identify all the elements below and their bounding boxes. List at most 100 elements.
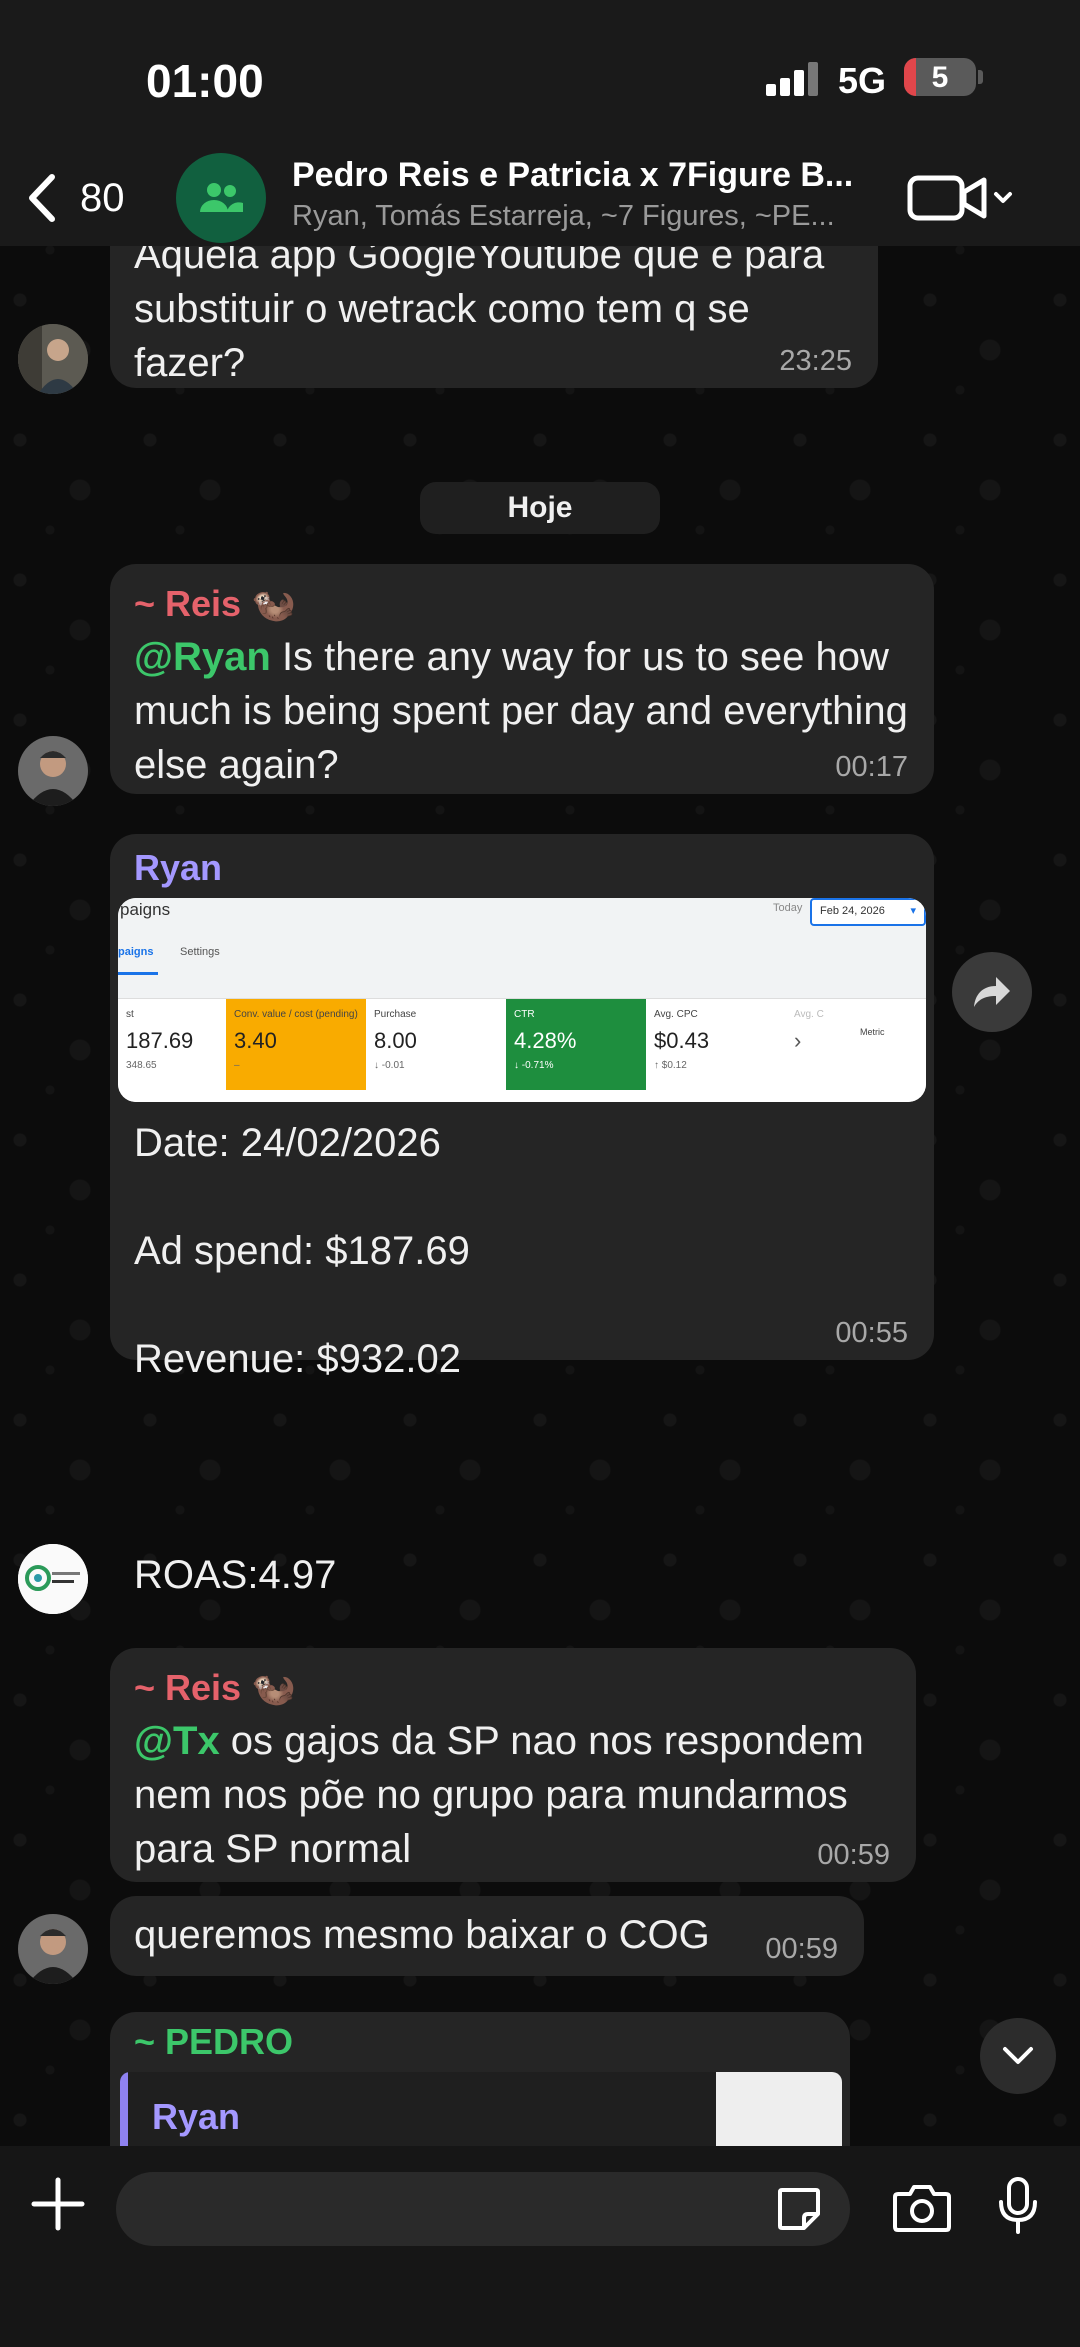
metric-label: Purchase: [374, 1009, 417, 1020]
status-time: 01:00: [146, 55, 264, 107]
metric-value: 4.28%: [514, 1028, 577, 1053]
signal-icon: [766, 62, 824, 96]
voice-message-button[interactable]: [996, 2176, 1040, 2236]
camera-button[interactable]: [892, 2182, 952, 2234]
attach-button[interactable]: [30, 2176, 86, 2232]
message-bubble[interactable]: ~ PEDRO Ryan: [110, 2012, 850, 2146]
metric-label: Conv. value / cost (pending): [234, 1009, 358, 1020]
metric-delta: ↑ $0.12: [654, 1060, 687, 1071]
metric-value: $0.43: [654, 1028, 710, 1053]
screenshot-today: Today: [773, 902, 803, 914]
forward-button[interactable]: [952, 952, 1032, 1032]
avatar[interactable]: [18, 1914, 88, 1984]
metric-label: Avg. C: [794, 1009, 824, 1020]
sender-name-label: ~ Reis: [134, 583, 242, 624]
metric-label: CTR: [514, 1009, 535, 1020]
attached-screenshot[interactable]: paigns Today Feb 24, 2026 ▾ paigns Setti…: [118, 898, 926, 1102]
battery-tip: [978, 70, 983, 84]
metric-cost: st 187.69 348.65: [118, 999, 226, 1091]
message-bubble[interactable]: Ryan paigns Today Feb 24, 2026 ▾ paigns …: [110, 834, 934, 1597]
group-avatar[interactable]: [176, 153, 266, 243]
camera-icon: [893, 2185, 951, 2232]
message-time: 00:59: [817, 1839, 890, 1871]
back-button[interactable]: 80: [26, 166, 125, 230]
metric-conv-value: Conv. value / cost (pending) 3.40 –: [226, 999, 366, 1091]
chevron-left-icon: [29, 174, 55, 222]
message-time: 00:55: [835, 1317, 908, 1349]
message-bubble[interactable]: ~ Reis 🦦 @Ryan Is there any way for us t…: [110, 564, 934, 794]
sticker-icon: [778, 2188, 820, 2230]
message-text: @Ryan Is there any way for us to see how…: [134, 630, 910, 792]
forward-icon: [974, 977, 1010, 1007]
back-count: 80: [80, 175, 125, 220]
mention-link[interactable]: @Ryan: [134, 635, 271, 679]
metric-value: 187.69: [126, 1028, 194, 1053]
metrics-row: st 187.69 348.65 Conv. value / cost (pen…: [118, 998, 926, 1091]
sender-emoji: 🦦: [251, 1667, 296, 1708]
microphone-icon: [999, 2177, 1037, 2234]
sender-name[interactable]: ~ Reis 🦦: [134, 1666, 892, 1710]
metric-avg-cpc: Avg. CPC $0.43 ↑ $0.12: [646, 999, 786, 1091]
message-bubble[interactable]: Aquela app GoogleYoutube que é para subs…: [110, 246, 878, 388]
status-bar: 01:00 5G 5: [0, 0, 1080, 150]
screenshot-date-text: Feb 24, 2026: [820, 905, 885, 917]
sender-name[interactable]: Ryan: [134, 846, 222, 890]
sticker-button[interactable]: [776, 2186, 822, 2232]
message-bubble[interactable]: queremos mesmo baixar o COG 00:59: [110, 1896, 864, 1976]
battery-level: 5: [931, 61, 949, 94]
metrics-button: Metric: [858, 999, 898, 1091]
metric-avg-cost: Avg. C ›: [786, 999, 858, 1091]
screenshot-tab-campaigns: paigns: [118, 946, 154, 958]
metric-purchase: Purchase 8.00 ↓ -0.01: [366, 999, 506, 1091]
metric-value: 3.40: [234, 1028, 277, 1053]
plus-icon: [31, 2177, 85, 2231]
message-list[interactable]: Aquela app GoogleYoutube que é para subs…: [0, 246, 1080, 2146]
avatar[interactable]: [18, 736, 88, 806]
screenshot-title: paigns: [120, 900, 171, 919]
message-text: queremos mesmo baixar o COG: [134, 1913, 710, 1957]
message-line-revenue: Revenue: $932.02: [134, 1337, 461, 1381]
scroll-to-bottom-button[interactable]: [980, 2018, 1056, 2094]
message-input[interactable]: [116, 2172, 850, 2246]
reply-quote[interactable]: Ryan: [120, 2072, 842, 2146]
metric-ctr: CTR 4.28% ↓ -0.71%: [506, 999, 646, 1091]
chevron-down-icon: [1003, 2047, 1033, 2064]
message-line-spend: Ad spend: $187.69: [134, 1229, 470, 1273]
metric-label: st: [126, 1009, 134, 1020]
screenshot-tab-settings: Settings: [180, 946, 220, 958]
date-divider: Hoje: [420, 482, 660, 534]
group-icon: [200, 183, 243, 212]
dropdown-icon: ▾: [910, 905, 916, 917]
metric-delta: ↓ -0.01: [374, 1060, 405, 1071]
network-label: 5G: [838, 60, 887, 101]
sender-name-label: ~ Reis: [134, 1667, 242, 1708]
message-time: 23:25: [779, 345, 852, 377]
tab-indicator: [118, 972, 158, 975]
message-time: 00:59: [765, 1933, 838, 1965]
group-members[interactable]: Ryan, Tomás Estarreja, ~7 Figures, ~PE..…: [292, 200, 862, 233]
metrics-button-label: Metric: [860, 1027, 885, 1037]
message-bubble[interactable]: ~ Reis 🦦 @Tx os gajos da SP nao nos resp…: [110, 1648, 916, 1882]
sender-emoji: 🦦: [251, 583, 296, 624]
group-title[interactable]: Pedro Reis e Patricia x 7Figure B...: [292, 156, 862, 195]
reply-thumbnail: [716, 2072, 842, 2146]
metric-delta: –: [234, 1060, 240, 1071]
sender-name[interactable]: ~ Reis 🦦: [134, 582, 910, 626]
mention-link[interactable]: @Tx: [134, 1719, 220, 1763]
metric-delta: ↓ -0.71%: [514, 1060, 554, 1071]
message-line-roas: ROAS:4.97: [134, 1553, 337, 1597]
composer-bar: [0, 2146, 1080, 2347]
message-text: @Tx os gajos da SP nao nos respondem nem…: [134, 1714, 892, 1876]
metric-label: Avg. CPC: [654, 1009, 698, 1020]
video-call-button[interactable]: [906, 168, 1016, 228]
screenshot-header: paigns Today Feb 24, 2026 ▾ paigns Setti…: [118, 898, 926, 998]
avatar[interactable]: [18, 1544, 88, 1614]
screenshot-footer: [118, 1090, 926, 1102]
metric-value: 8.00: [374, 1028, 417, 1053]
message-text: Aquela app GoogleYoutube que é para subs…: [134, 246, 825, 385]
sender-name[interactable]: ~ PEDRO: [134, 2020, 293, 2064]
avatar[interactable]: [18, 324, 88, 394]
message-text: Date: 24/02/2026 Ad spend: $187.69 Reven…: [134, 1116, 470, 1602]
message-body: os gajos da SP nao nos respondem nem nos…: [134, 1719, 864, 1871]
message-line-date: Date: 24/02/2026: [134, 1121, 441, 1165]
